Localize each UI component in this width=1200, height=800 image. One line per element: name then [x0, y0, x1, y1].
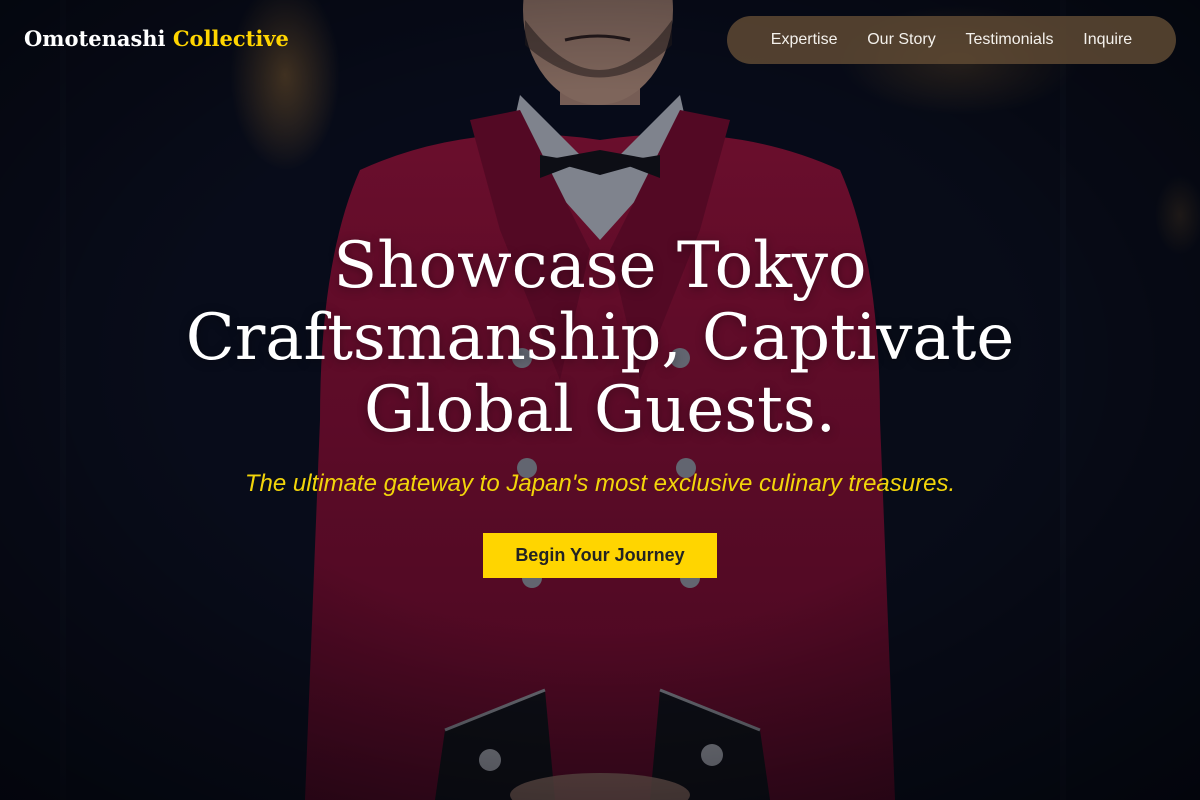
begin-journey-button[interactable]: Begin Your Journey — [483, 533, 717, 578]
nav-link-our-story[interactable]: Our Story — [867, 31, 935, 49]
hero-section: Omotenashi Collective Expertise Our Stor… — [0, 0, 1200, 800]
hero-headline-line-2: Craftsmanship, Captivate — [185, 301, 1015, 375]
brand-name-part1: Omotenashi — [24, 26, 166, 51]
hero-headline-line-3: Global Guests. — [363, 373, 837, 447]
main-nav: Expertise Our Story Testimonials Inquire — [727, 16, 1176, 64]
nav-link-testimonials[interactable]: Testimonials — [965, 31, 1053, 49]
brand-logo[interactable]: Omotenashi Collective — [24, 26, 289, 51]
nav-link-inquire[interactable]: Inquire — [1083, 31, 1132, 49]
brand-name-part2: Collective — [172, 26, 289, 51]
hero-headline: Showcase Tokyo Craftsmanship, Captivate … — [0, 230, 1200, 446]
hero-subtitle: The ultimate gateway to Japan's most exc… — [244, 470, 956, 497]
nav-link-expertise[interactable]: Expertise — [771, 31, 838, 49]
hero-headline-line-1: Showcase Tokyo — [333, 229, 867, 303]
